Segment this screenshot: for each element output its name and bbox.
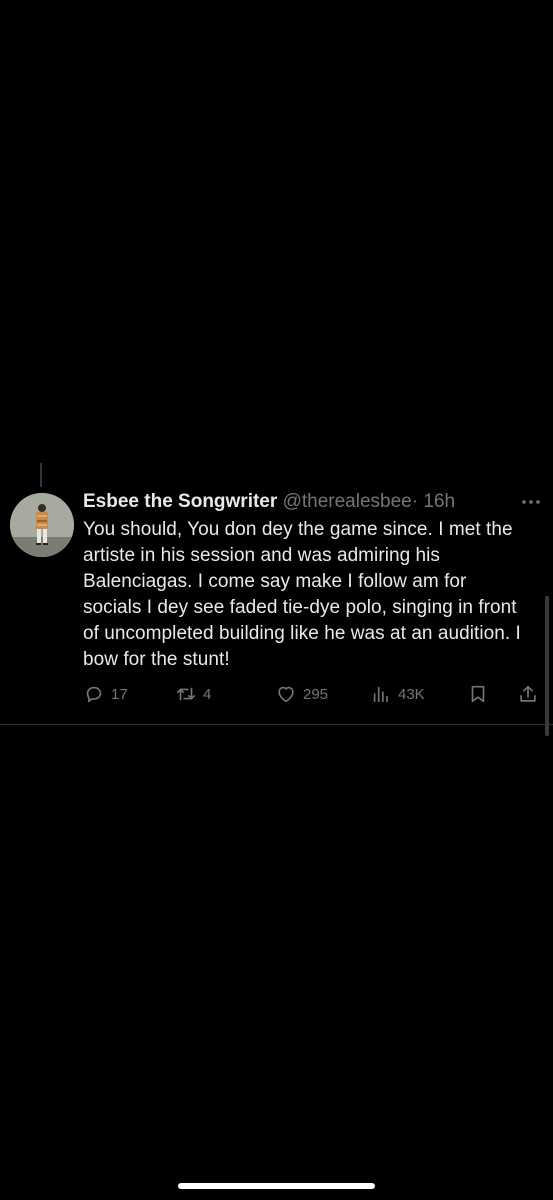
home-indicator[interactable] xyxy=(178,1183,375,1189)
tweet[interactable]: Esbee the Songwriter @therealesbee· 16h … xyxy=(0,485,553,725)
share-button[interactable] xyxy=(517,681,539,707)
more-horizontal-icon xyxy=(522,500,540,504)
retweet-count: 4 xyxy=(203,685,212,703)
more-options-button[interactable] xyxy=(518,490,544,514)
reply-button[interactable]: 17 xyxy=(83,681,128,707)
avatar-image xyxy=(10,493,74,557)
tweet-text: You should, You don dey the game since. … xyxy=(83,519,521,670)
like-count: 295 xyxy=(303,685,329,703)
scrollbar[interactable] xyxy=(545,596,549,736)
tweet-divider xyxy=(0,724,553,725)
like-button[interactable]: 295 xyxy=(275,681,328,707)
user-handle[interactable]: @therealesbee xyxy=(283,491,412,512)
avatar[interactable] xyxy=(10,493,74,557)
timestamp[interactable]: 16h xyxy=(423,491,455,512)
share-icon xyxy=(520,685,536,702)
thread-line xyxy=(40,463,42,487)
views-button[interactable]: 43K xyxy=(370,681,425,707)
bookmark-icon xyxy=(471,685,485,703)
retweet-icon xyxy=(176,687,196,701)
tweet-header: Esbee the Songwriter @therealesbee· 16h xyxy=(83,490,455,514)
retweet-button[interactable]: 4 xyxy=(175,681,211,707)
bookmark-button[interactable] xyxy=(467,681,489,707)
display-name[interactable]: Esbee the Songwriter xyxy=(83,491,277,512)
views-chart-icon xyxy=(373,686,388,703)
action-bar: 17 4 295 43K xyxy=(0,681,553,707)
reply-count: 17 xyxy=(111,685,128,703)
heart-icon xyxy=(278,686,294,703)
separator-dot: · xyxy=(411,491,419,512)
views-count: 43K xyxy=(398,685,425,703)
reply-icon xyxy=(86,686,102,703)
